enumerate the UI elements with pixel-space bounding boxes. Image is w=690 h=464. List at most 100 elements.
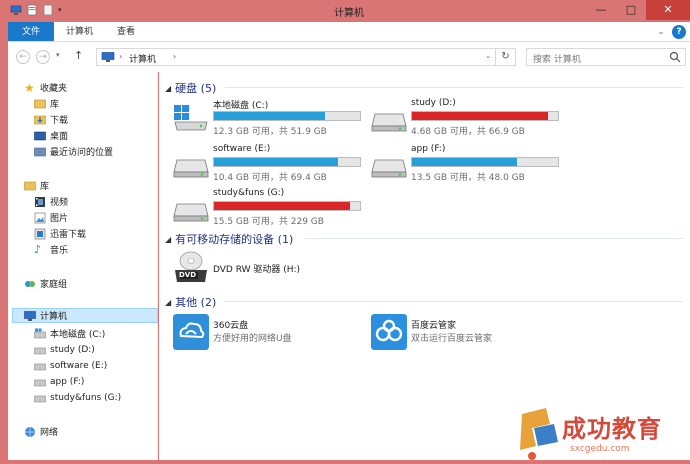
drive-name: DVD RW 驱动器 (H:) — [213, 265, 301, 275]
system-drive-icon — [174, 105, 208, 131]
dvd-label: DVD — [179, 271, 197, 279]
ribbon-tabs: 文件 计算机 查看 ⌄ ? — [8, 22, 690, 42]
pictures-icon — [34, 212, 46, 223]
homegroup-icon — [25, 280, 35, 287]
collapse-icon[interactable]: ◢ — [165, 298, 171, 307]
library-icon — [24, 181, 36, 190]
baidu-cloud-icon — [371, 314, 407, 350]
drive-usage-bar — [411, 111, 559, 121]
drive-icon — [34, 379, 46, 386]
search-box[interactable]: 搜索 计算机 — [526, 48, 686, 66]
group-header-hard-disks[interactable]: ◢ 硬盘 (5) — [165, 80, 216, 96]
drive-usage-bar — [213, 111, 361, 121]
breadcrumb-computer[interactable]: 计算机 — [129, 52, 156, 65]
back-button[interactable]: ← — [16, 50, 30, 64]
nav-downloads[interactable]: 下载 — [34, 112, 68, 127]
nav-drive-e[interactable]: software (E:) — [34, 358, 107, 373]
watermark-logo: 成功教育 sxcgedu.com — [516, 406, 690, 464]
ribbon-expand-icon[interactable]: ⌄ — [654, 22, 668, 41]
tab-view[interactable]: 查看 — [105, 22, 147, 41]
drive-usage-bar — [213, 157, 361, 167]
nav-drive-d[interactable]: study (D:) — [34, 342, 95, 357]
nav-drive-f[interactable]: app (F:) — [34, 374, 84, 389]
watermark-emblem-icon — [520, 408, 558, 460]
drive-usage-bar — [213, 201, 361, 211]
close-button[interactable]: ✕ — [646, 0, 690, 20]
nav-library-fav[interactable]: 库 — [34, 96, 59, 111]
app-name: 百度云管家 — [411, 321, 457, 331]
maximize-button[interactable]: □ — [616, 0, 646, 20]
group-divider — [225, 87, 683, 88]
minimize-button[interactable]: — — [586, 0, 616, 20]
group-header-other[interactable]: ◢ 其他 (2) — [165, 294, 216, 310]
drive-space-info: 13.5 GB 可用，共 48.0 GB — [411, 173, 525, 183]
nav-network[interactable]: 网络 — [24, 424, 58, 439]
drive-name: app (F:) — [411, 144, 446, 154]
nav-drive-c[interactable]: 本地磁盘 (C:) — [34, 326, 105, 341]
group-header-removable[interactable]: ◢ 有可移动存储的设备 (1) — [165, 231, 293, 247]
nav-computer[interactable]: 计算机 — [12, 308, 158, 323]
nav-libraries[interactable]: 库 — [24, 178, 49, 193]
nav-homegroup[interactable]: 家庭组 — [24, 276, 67, 291]
nav-favorites[interactable]: ★ 收藏夹 — [24, 80, 67, 95]
drive-icon — [34, 347, 46, 354]
nav-desktop[interactable]: 桌面 — [34, 128, 68, 143]
video-icon — [35, 196, 45, 207]
drive-name: software (E:) — [213, 144, 271, 154]
nav-recent-places[interactable]: 最近访问的位置 — [34, 144, 113, 159]
watermark-url: sxcgedu.com — [570, 444, 630, 454]
tab-file[interactable]: 文件 — [8, 22, 55, 41]
drive-icon — [173, 203, 209, 222]
address-dropdown-icon[interactable]: ⌄ — [485, 52, 491, 60]
nav-thunder-downloads[interactable]: 迅雷下载 — [34, 226, 86, 241]
drive-icon — [173, 159, 209, 178]
drive-tile-g[interactable]: study&funs (G:) 15.5 GB 可用，共 229 GB — [173, 188, 363, 228]
window-controls: — □ ✕ — [586, 0, 690, 20]
music-icon: ♪ — [34, 242, 42, 256]
title-bar: ▾ 计算机 — □ ✕ — [4, 0, 690, 22]
recent-locations-icon[interactable]: ▾ — [56, 51, 60, 59]
network-icon — [25, 426, 35, 437]
app-tile-baidu-cloud[interactable]: 百度云管家 双击运行百度云管家 — [371, 314, 561, 354]
computer-icon — [101, 52, 115, 62]
app-description: 方便好用的网络U盘 — [213, 334, 292, 344]
download-folder-icon — [34, 115, 46, 124]
search-icon[interactable] — [669, 51, 681, 63]
forward-button[interactable]: → — [36, 50, 50, 64]
navigation-bar: ← → ▾ ↑ › 计算机 › ⌄ ↻ 搜索 计算机 — [8, 42, 690, 72]
drive-tile-d[interactable]: study (D:) 4.68 GB 可用，共 66.9 GB — [371, 98, 561, 138]
collapse-icon[interactable]: ◢ — [165, 84, 171, 93]
drive-name: 本地磁盘 (C:) — [213, 101, 269, 111]
breadcrumb-separator-icon[interactable]: › — [119, 52, 122, 61]
nav-pictures[interactable]: 图片 — [34, 210, 68, 225]
collapse-icon[interactable]: ◢ — [165, 235, 171, 244]
watermark-text: 成功教育 — [562, 415, 662, 443]
drive-icon — [371, 159, 407, 178]
drive-space-info: 12.3 GB 可用，共 51.9 GB — [213, 127, 327, 137]
drive-space-info: 10.4 GB 可用，共 69.4 GB — [213, 173, 327, 183]
breadcrumb-separator-icon[interactable]: › — [173, 52, 176, 61]
search-input[interactable]: 搜索 计算机 — [533, 52, 581, 65]
navigation-pane: ★ 收藏夹 库 下载 桌面 最近访问的位置 库 视频 图片 迅雷下载 ♪ 音乐 … — [8, 72, 158, 460]
app-tile-360-cloud[interactable]: 360云盘 方便好用的网络U盘 — [173, 314, 363, 354]
up-button[interactable]: ↑ — [74, 49, 83, 62]
thunder-download-icon — [34, 228, 46, 239]
nav-music[interactable]: ♪ 音乐 — [34, 242, 68, 257]
drive-space-info: 15.5 GB 可用，共 229 GB — [213, 217, 324, 227]
drive-space-info: 4.68 GB 可用，共 66.9 GB — [411, 127, 525, 137]
address-bar[interactable]: › 计算机 › ⌄ ↻ — [96, 48, 516, 66]
drive-tile-e[interactable]: software (E:) 10.4 GB 可用，共 69.4 GB — [173, 144, 363, 184]
nav-videos[interactable]: 视频 — [34, 194, 68, 209]
dvd-drive-tile[interactable]: DVD DVD RW 驱动器 (H:) — [173, 250, 363, 286]
drive-tile-f[interactable]: app (F:) 13.5 GB 可用，共 48.0 GB — [371, 144, 561, 184]
star-icon: ★ — [24, 80, 35, 95]
help-button[interactable]: ? — [672, 25, 686, 39]
tab-computer[interactable]: 计算机 — [54, 22, 105, 41]
group-divider — [223, 301, 683, 302]
nav-drive-g[interactable]: study&funs (G:) — [34, 390, 121, 405]
drive-tile-c[interactable]: 本地磁盘 (C:) 12.3 GB 可用，共 51.9 GB — [173, 98, 363, 138]
explorer-window: ▾ 计算机 — □ ✕ 文件 计算机 查看 ⌄ ? ← → ▾ ↑ › 计算机 … — [0, 0, 690, 464]
app-description: 双击运行百度云管家 — [411, 334, 493, 344]
refresh-button[interactable]: ↻ — [495, 49, 515, 65]
content-pane: ◢ 硬盘 (5) 本地磁盘 (C:) 12.3 GB 可用，共 51.9 GB … — [159, 72, 690, 460]
